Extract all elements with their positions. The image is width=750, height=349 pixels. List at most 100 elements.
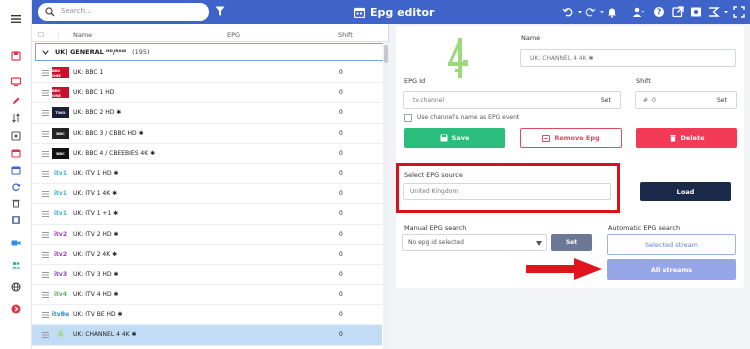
channel-name: UK: BBC 3 / CBBC HD ✱ [73, 129, 144, 137]
user-icon[interactable] [632, 6, 644, 18]
search-input[interactable]: Search... [38, 3, 209, 21]
use-channel-name-checkbox[interactable] [404, 114, 412, 122]
save-disk-icon[interactable] [11, 51, 21, 61]
selected-stream-button[interactable]: Selected stream [607, 234, 736, 255]
list-scrollbar[interactable] [383, 43, 389, 349]
calendar-alt-icon[interactable] [11, 165, 21, 175]
film-icon[interactable] [11, 215, 21, 225]
page-title-text: Epg editor [370, 5, 435, 19]
drag-handle-icon[interactable] [42, 110, 49, 117]
channel-row[interactable]: BBC UK: BBC 3 / CBBC HD ✱ 0 [32, 124, 382, 144]
drag-handle-icon[interactable] [42, 271, 49, 278]
use-channel-name-label: Use channel's name as EPG event [417, 114, 520, 121]
load-button[interactable]: Load [640, 182, 731, 201]
refresh-icon[interactable] [11, 182, 21, 192]
channel-row[interactable]: 4 UK: CHANNEL 4 4K ✱ 0 [32, 325, 382, 346]
channel-row[interactable]: BBC ONE UK: BBC 1 HD 0 [32, 83, 382, 104]
name-field[interactable]: UK: CHANNEL 4 4K ✱ [520, 49, 736, 67]
drag-handle-icon[interactable] [42, 292, 49, 299]
channel-row[interactable]: itv1 UK: ITV 1 HD ✱ 0 [32, 164, 382, 185]
channel-row[interactable]: itv1 UK: ITV 1 +1 ✱ 0 [32, 204, 382, 225]
shift-set-button[interactable]: Set [717, 97, 727, 104]
undo-dropdown-icon[interactable] [574, 6, 582, 18]
channel-row[interactable]: TWO UK: BBC 2 HD ✱ 0 [32, 103, 382, 124]
channel-logo: itv3 [53, 270, 67, 278]
globe-icon[interactable] [11, 282, 21, 292]
settings-icon[interactable] [690, 6, 702, 18]
channel-shift: 0 [339, 109, 343, 117]
channel-shift: 0 [339, 190, 343, 198]
list-header: ☐ ⋮ Name EPG Shift [32, 28, 389, 42]
scrollbar-thumb[interactable] [384, 45, 388, 63]
help-icon[interactable]: ? [653, 6, 665, 18]
epg-source-select[interactable]: United Kingdom [403, 183, 611, 200]
external-link-icon[interactable] [672, 6, 684, 18]
epg-id-label: EPG Id [404, 77, 426, 85]
save-icon [440, 134, 448, 142]
epg-id-field[interactable]: tv.channel [403, 91, 621, 109]
edit-icon[interactable] [11, 96, 21, 106]
drag-handle-icon[interactable] [42, 150, 49, 157]
select-all-checkbox[interactable]: ☐ [38, 31, 44, 39]
channel-shift: 0 [339, 129, 343, 137]
drag-handle-icon[interactable] [42, 70, 49, 76]
name-value: UK: CHANNEL 4 4K ✱ [530, 55, 594, 62]
channel-logo: itv1 [53, 190, 67, 198]
menu-icon[interactable] [11, 14, 21, 24]
channel-shift: 0 [339, 250, 343, 258]
channel-row[interactable]: BBC UK: BBC 4 / CBEEBIES 4K ✱ 0 [32, 144, 382, 164]
channel-row[interactable]: itv2 UK: ITV 2 HD ✱ 0 [32, 225, 382, 245]
channel-name: UK: ITV 1 +1 ✱ [73, 210, 119, 218]
remove-epg-button[interactable]: Remove Epg [520, 128, 622, 148]
all-streams-button[interactable]: All streams [607, 259, 736, 280]
exit-icon[interactable] [11, 304, 21, 314]
video-camera-icon[interactable] [11, 238, 21, 248]
drag-handle-icon[interactable] [42, 211, 49, 218]
delete-button[interactable]: Delete [636, 128, 737, 148]
redo-icon[interactable] [584, 6, 596, 18]
trash-icon[interactable] [11, 198, 21, 208]
column-shift[interactable]: Shift [338, 31, 353, 39]
channel-row[interactable]: BBC ONE UK: BBC 1 0 [32, 63, 382, 84]
sort-icon[interactable] [11, 113, 21, 123]
caret-down-icon [536, 241, 542, 246]
channel-shift: 0 [339, 270, 343, 278]
undo-icon[interactable] [562, 6, 574, 18]
drag-handle-icon[interactable] [42, 90, 49, 97]
monitor-icon[interactable] [11, 77, 21, 87]
calendar-icon[interactable] [11, 148, 21, 158]
epg-id-set-button[interactable]: Set [601, 97, 611, 104]
epg-source-highlight: Select EPG source United Kingdom [396, 163, 620, 213]
filter-icon[interactable] [215, 6, 225, 17]
bell-icon[interactable] [606, 6, 618, 18]
channel-row[interactable]: itvBe UK: ITV BE HD ✱ 0 [32, 305, 382, 326]
drag-handle-icon[interactable] [42, 191, 49, 198]
users-icon[interactable] [11, 260, 21, 270]
channel-row[interactable]: itv1 UK: ITV 1 4K ✱ 0 [32, 184, 382, 205]
drag-handle-icon[interactable] [42, 130, 49, 137]
group-row[interactable]: UK| GENERAL ᴴᴰ/ᴿᴬᵂ (195) [35, 43, 384, 61]
group-count: (195) [132, 48, 150, 56]
channel-row[interactable]: itv4 UK: ITV 4 HD ✱ 0 [32, 285, 382, 306]
epg-id-select[interactable]: No epg id selected [402, 234, 547, 251]
channel-logo: itv2 [53, 230, 67, 238]
sort-dropdown-icon[interactable] [720, 6, 728, 18]
shift-label: Shift [636, 77, 651, 85]
chevron-down-icon[interactable] [42, 49, 49, 56]
drag-handle-icon[interactable] [42, 170, 49, 177]
settings-box-icon[interactable] [11, 131, 21, 141]
column-epg[interactable]: EPG [227, 31, 240, 39]
column-name[interactable]: Name [73, 31, 92, 39]
redo-dropdown-icon[interactable] [596, 6, 604, 18]
save-button[interactable]: Save [404, 128, 505, 148]
manual-search-set-button[interactable]: Set [551, 234, 592, 251]
drag-handle-icon[interactable] [42, 231, 49, 238]
drag-handle-icon[interactable] [42, 312, 49, 319]
sort-menu-icon[interactable] [708, 6, 720, 18]
channel-row[interactable]: itv2 UK: ITV 2 4K ✱ 0 [32, 245, 382, 265]
drag-handle-icon[interactable] [42, 251, 49, 258]
channel-row[interactable]: itv3 UK: ITV 3 HD ✱ 0 [32, 265, 382, 286]
fullscreen-icon[interactable] [733, 6, 745, 18]
channel-name: UK: BBC 1 HD [73, 89, 115, 97]
drag-handle-icon[interactable] [42, 332, 49, 339]
